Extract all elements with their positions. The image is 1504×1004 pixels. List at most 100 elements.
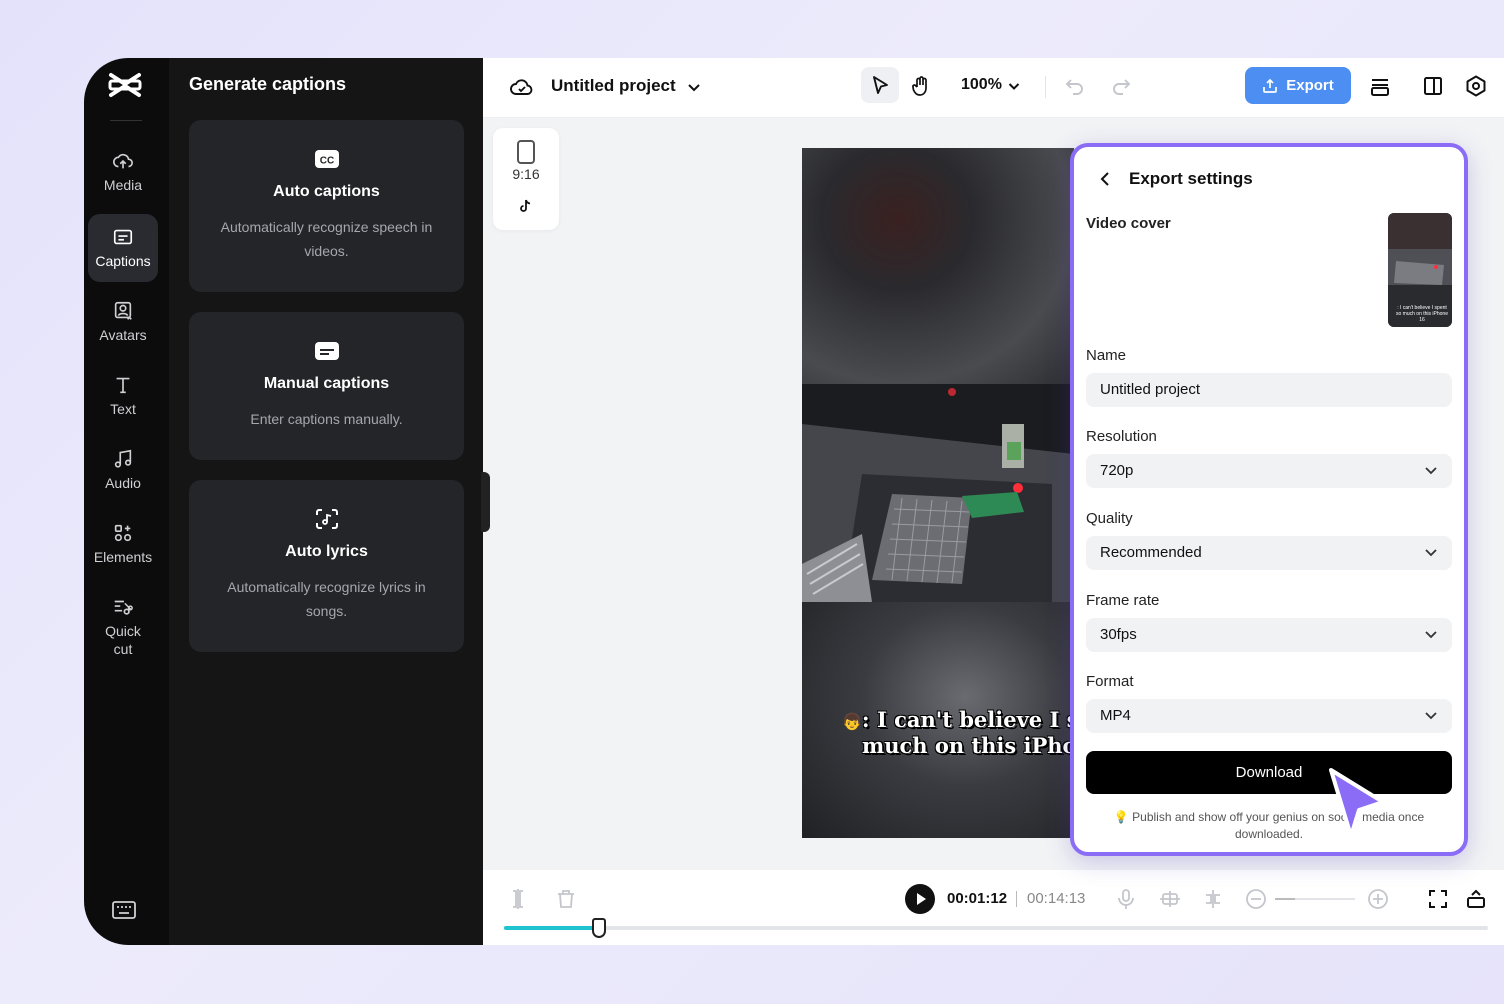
cloud-sync-icon[interactable] — [510, 76, 534, 98]
back-arrow-icon[interactable] — [1098, 171, 1112, 187]
tiktok-icon — [520, 199, 531, 212]
format-select[interactable]: MP4 — [1086, 699, 1452, 733]
fullscreen-icon[interactable] — [1427, 888, 1449, 910]
subtitle-line-1-text: : I can't believe I sp — [861, 707, 1074, 732]
name-input[interactable]: Untitled project — [1086, 373, 1452, 407]
keyboard-icon[interactable] — [112, 900, 136, 920]
pointer-icon — [873, 76, 888, 94]
video-subtitle: 👦: I can't believe I sp much on this iPh… — [842, 708, 1074, 758]
cc-icon: CC — [314, 150, 339, 168]
rail-item-quick-cut[interactable]: Quick cut — [88, 588, 158, 666]
export-settings-modal: Export settings Video cover : I can't be… — [1070, 143, 1468, 856]
download-button[interactable]: Download — [1086, 751, 1452, 794]
quality-value: Recommended — [1100, 544, 1202, 561]
captions-panel: Generate captions CC Auto captions Autom… — [169, 58, 483, 945]
captions-icon — [113, 229, 133, 245]
rail-label: Elements — [93, 549, 153, 565]
auto-lyrics-card[interactable]: Auto lyrics Automatically recognize lyri… — [189, 480, 464, 652]
framerate-label: Frame rate — [1086, 592, 1160, 609]
layers-icon[interactable] — [1368, 74, 1392, 98]
name-value: Untitled project — [1100, 381, 1201, 398]
chevron-down-icon — [1425, 631, 1437, 639]
share-upload-icon — [1263, 78, 1278, 93]
rail-item-media[interactable]: Media — [88, 138, 158, 206]
elements-icon — [114, 524, 132, 542]
card-desc: Automatically recognize lyrics in songs. — [227, 579, 426, 619]
rail-item-avatars[interactable]: Avatars — [88, 288, 158, 356]
card-desc: Enter captions manually. — [250, 411, 403, 427]
video-preview[interactable]: 👦: I can't believe I sp much on this iPh… — [802, 148, 1074, 838]
chevron-down-icon — [1425, 549, 1437, 557]
music-icon — [114, 449, 132, 468]
rail-divider — [110, 120, 142, 121]
rail-item-elements[interactable]: Elements — [88, 510, 158, 578]
modal-title: Export settings — [1129, 169, 1253, 188]
zoom-out-icon[interactable] — [1245, 888, 1267, 910]
trash-icon[interactable] — [555, 888, 577, 910]
subtitle-line-2: much on this iPhon — [862, 733, 1074, 758]
capcut-logo[interactable] — [108, 72, 142, 98]
cover-caption: : I can't believe I spent so much on thi… — [1396, 305, 1448, 323]
rail-item-audio[interactable]: Audio — [88, 436, 158, 504]
rail-label: Quick cut — [105, 623, 141, 657]
export-button[interactable]: Export — [1245, 67, 1351, 104]
timeline-bar: 00:01:12 00:14:13 — [483, 870, 1504, 945]
chevron-down-icon[interactable] — [1008, 80, 1020, 92]
hand-icon[interactable] — [910, 75, 932, 97]
redo-icon[interactable] — [1111, 76, 1131, 96]
chevron-down-icon — [1425, 712, 1437, 720]
timeline-zoom-slider[interactable] — [1275, 898, 1355, 900]
card-title: Manual captions — [263, 375, 390, 392]
card-title: Auto lyrics — [285, 543, 368, 560]
collapse-timeline-icon[interactable] — [1465, 888, 1487, 910]
video-cover-thumbnail[interactable]: : I can't believe I spent so much on thi… — [1388, 213, 1452, 327]
quick-cut-icon — [114, 600, 133, 615]
zoom-slider-fill — [1275, 898, 1295, 900]
resolution-label: Resolution — [1086, 428, 1157, 445]
playhead-handle[interactable] — [592, 918, 607, 938]
undo-icon[interactable] — [1065, 76, 1085, 96]
cloud-upload-icon — [113, 153, 133, 169]
name-label: Name — [1086, 347, 1127, 364]
video-cover-label: Video cover — [1086, 215, 1171, 232]
zoom-level[interactable]: 100% — [961, 76, 1002, 94]
zoom-in-icon[interactable] — [1367, 888, 1389, 910]
framerate-select[interactable]: 30fps — [1086, 618, 1452, 652]
card-desc: Automatically recognize speech in videos… — [220, 219, 433, 259]
aspect-ratio-picker[interactable]: 9:16 — [493, 128, 559, 230]
panel-collapse-handle[interactable] — [481, 472, 490, 532]
project-title[interactable]: Untitled project — [551, 76, 676, 96]
quality-select[interactable]: Recommended — [1086, 536, 1452, 570]
magnet-snap-icon[interactable] — [1159, 888, 1181, 910]
chevron-down-icon — [1425, 467, 1437, 475]
toolbar-divider — [1045, 76, 1046, 98]
rail-label: Audio — [105, 475, 141, 491]
rail-label: Text — [110, 401, 136, 417]
lyrics-scan-icon — [315, 509, 338, 529]
resolution-select[interactable]: 720p — [1086, 454, 1452, 488]
quality-label: Quality — [1086, 510, 1133, 527]
phone-frame-icon — [517, 140, 535, 164]
auto-captions-card[interactable]: CC Auto captions Automatically recognize… — [189, 120, 464, 292]
select-tool-button[interactable] — [861, 67, 899, 103]
play-button[interactable] — [905, 884, 935, 914]
text-icon — [116, 377, 130, 394]
microphone-icon[interactable] — [1115, 888, 1137, 910]
format-value: MP4 — [1100, 707, 1131, 724]
manual-captions-card[interactable]: Manual captions Enter captions manually. — [189, 312, 464, 460]
chevron-down-icon[interactable] — [687, 80, 701, 94]
timeline-progress-fill — [504, 926, 600, 930]
rail-item-captions[interactable]: Captions — [88, 214, 158, 282]
export-label: Export — [1286, 77, 1334, 94]
split-icon[interactable] — [507, 888, 529, 910]
boy-emoji: 👦 — [842, 712, 862, 731]
rail-item-text[interactable]: Text — [88, 362, 158, 430]
pick-and-place-machine-image — [802, 384, 1074, 602]
timeline-progress-track[interactable] — [504, 918, 1488, 938]
rail-label: Avatars — [99, 327, 147, 343]
settings-icon[interactable] — [1464, 74, 1488, 98]
layout-panel-icon[interactable] — [1421, 74, 1445, 98]
link-track-icon[interactable] — [1202, 888, 1224, 910]
left-rail: Media Captions Avatars Text Audio Elemen… — [84, 58, 169, 945]
mouse-cursor-icon — [1329, 768, 1385, 838]
